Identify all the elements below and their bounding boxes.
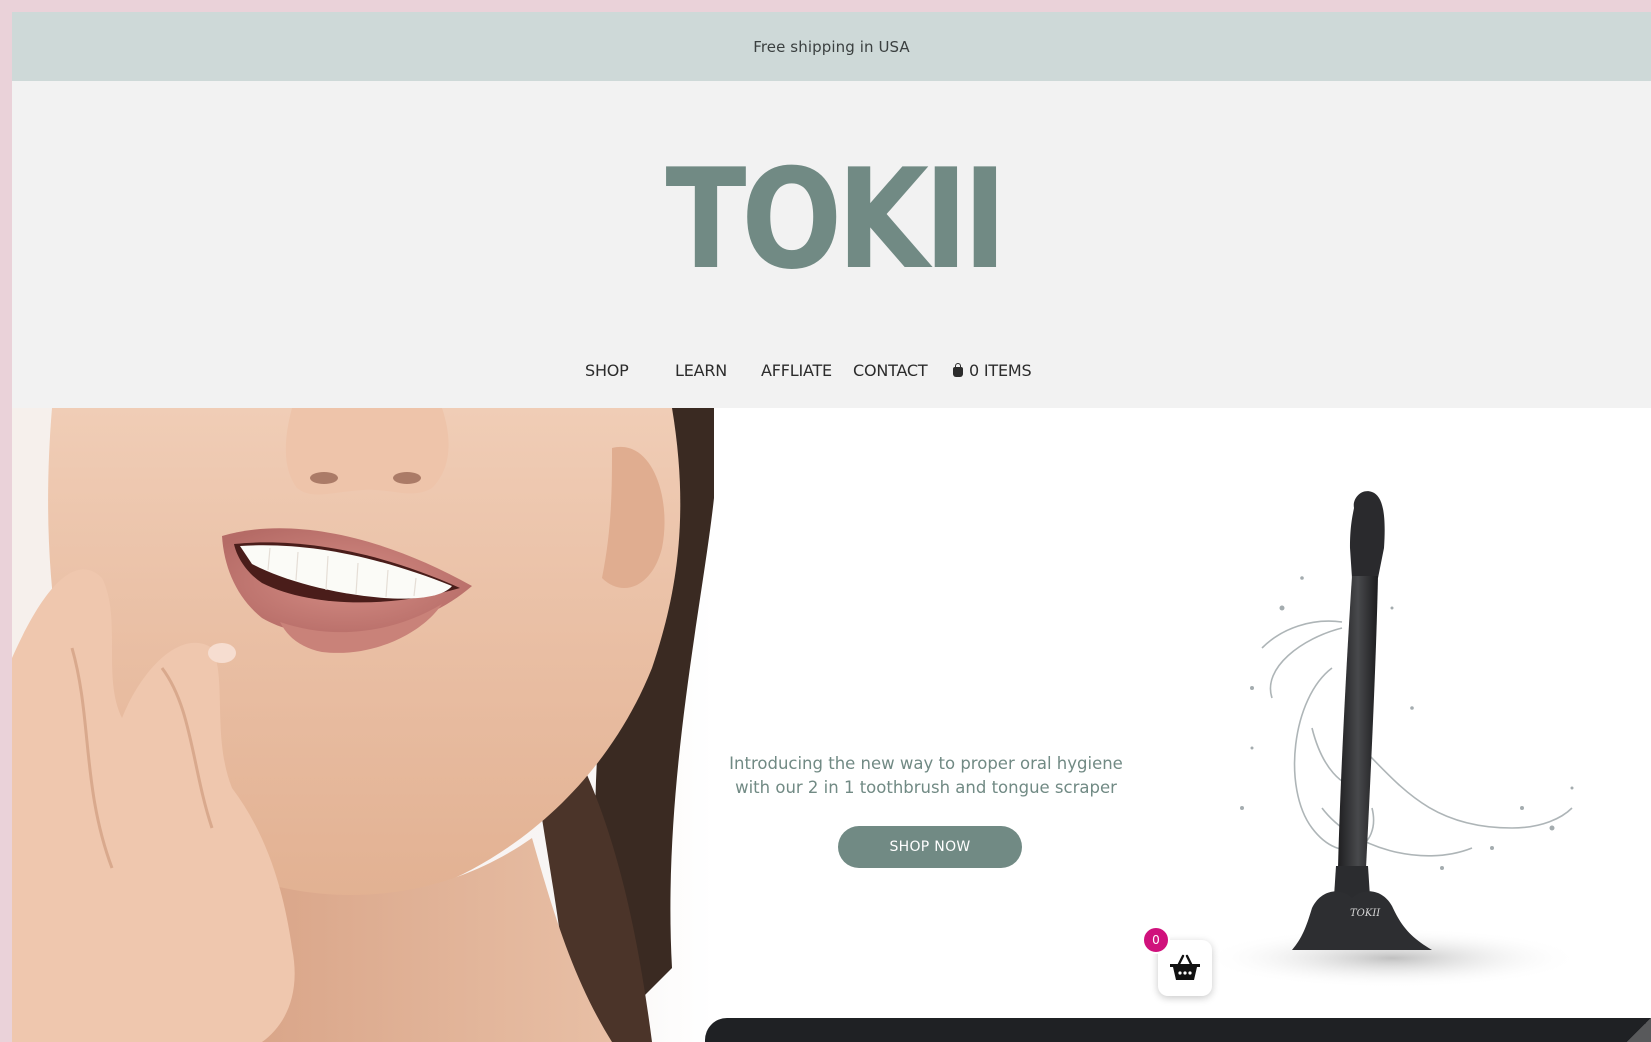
announcement-bar: Free shipping in USA: [12, 12, 1651, 81]
nav-affiliate[interactable]: AFFLIATE: [761, 361, 832, 380]
nav-learn[interactable]: LEARN: [675, 361, 727, 380]
shop-now-button[interactable]: SHOP NOW: [838, 826, 1022, 868]
nav-cart[interactable]: 0 ITEMS: [953, 361, 1032, 380]
cart-count-badge: 0: [1142, 926, 1170, 954]
toothbrush-product-image: TOKII: [1192, 488, 1592, 988]
hero-model-photo: [12, 408, 714, 1042]
nav-contact[interactable]: CONTACT: [853, 361, 928, 380]
basket-icon: [1170, 954, 1200, 980]
shopping-bag-icon: [953, 362, 963, 377]
dark-footer-band: [705, 1018, 1651, 1042]
nav-shop[interactable]: SHOP: [585, 361, 629, 380]
cart-items-label: 0 ITEMS: [969, 361, 1032, 380]
product-engraving: TOKII: [1350, 908, 1381, 919]
hero-tagline: Introducing the new way to proper oral h…: [729, 754, 1123, 797]
main-nav: SHOP LEARN AFFLIATE CONTACT 0 ITEMS: [12, 361, 1651, 387]
hero-section: Introducing the new way to proper oral h…: [12, 408, 1651, 1042]
logo[interactable]: TOKII: [129, 151, 1539, 289]
announcement-text: Free shipping in USA: [753, 37, 910, 56]
corner-fold: [1627, 1018, 1651, 1042]
site-header: TOKII SHOP LEARN AFFLIATE CONTACT 0 ITEM…: [12, 81, 1651, 408]
page: Free shipping in USA TOKII SHOP LEARN AF…: [12, 12, 1651, 1042]
